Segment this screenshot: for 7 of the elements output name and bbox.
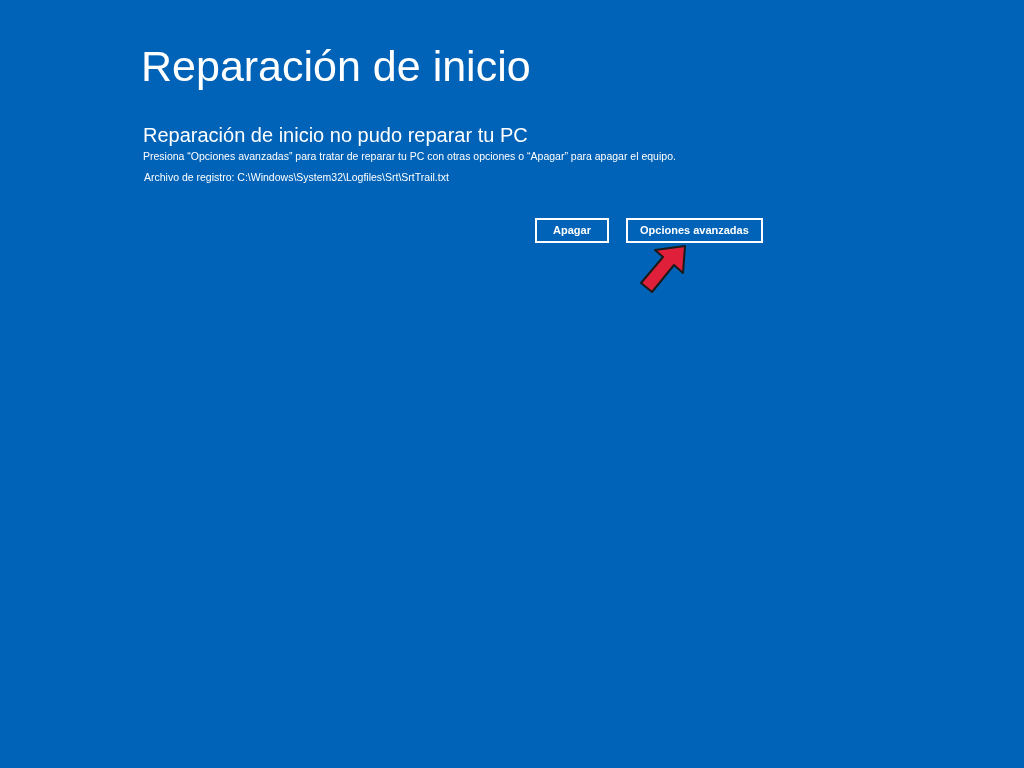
instruction-text: Presiona “Opciones avanzadas” para tratar de reparar tu PC con otras opciones o “Apagar” para apagar el equipo. xyxy=(143,149,676,163)
error-heading: Reparación de inicio no pudo reparar tu PC xyxy=(143,123,528,148)
page-title: Reparación de inicio xyxy=(141,41,531,92)
log-file-path: Archivo de registro: C:\Windows\System32\Logfiles\Srt\SrtTrail.txt xyxy=(144,170,449,184)
arrow-icon xyxy=(638,243,688,295)
advanced-options-button[interactable]: Opciones avanzadas xyxy=(626,218,763,243)
shutdown-button[interactable]: Apagar xyxy=(535,218,609,243)
